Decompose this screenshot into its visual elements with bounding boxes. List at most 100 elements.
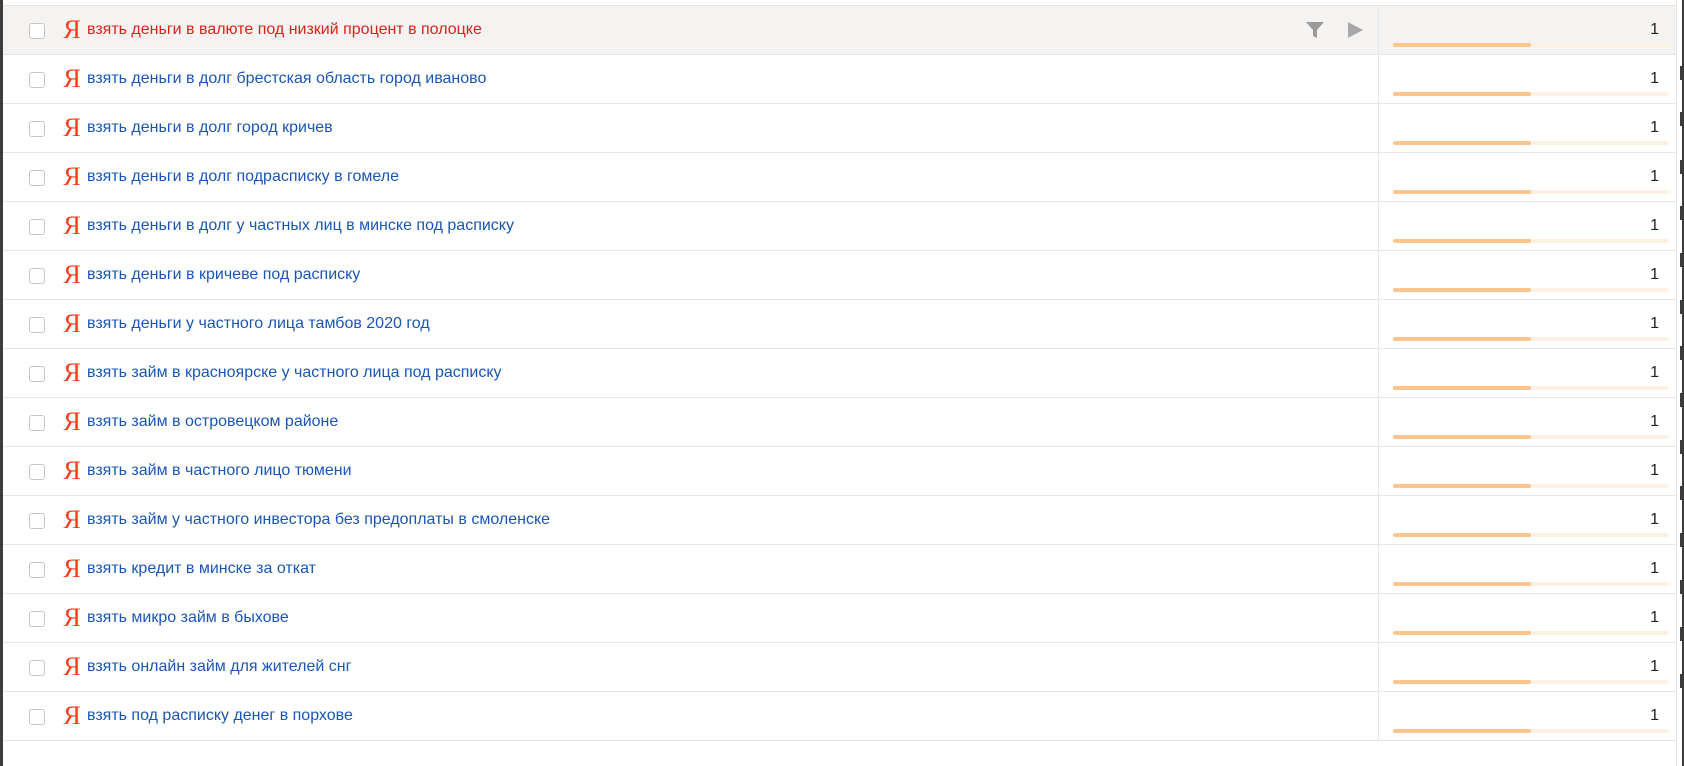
yandex-icon[interactable]: Я xyxy=(63,163,81,191)
table-row[interactable]: Явзять займ в частного лицо тюмени 1 xyxy=(3,447,1676,496)
keyword-phrase-link[interactable]: взять под расписку денег в порхове xyxy=(87,706,353,726)
frequency-count: 1 xyxy=(1650,560,1659,577)
row-checkbox[interactable] xyxy=(29,317,45,333)
keyword-phrase-link[interactable]: взять займ у частного инвестора без пред… xyxy=(87,510,550,530)
play-icon[interactable] xyxy=(1345,20,1365,40)
frequency-bar-fill xyxy=(1393,484,1531,488)
keyword-phrase-link[interactable]: взять займ в островецком районе xyxy=(87,412,338,432)
frequency-bar xyxy=(1393,484,1669,488)
keyword-phrase-link[interactable]: взять деньги у частного лица тамбов 2020… xyxy=(87,314,430,334)
keyword-phrase-link[interactable]: взять онлайн займ для жителей снг xyxy=(87,657,351,677)
frequency-bar-fill xyxy=(1393,729,1531,733)
row-checkbox[interactable] xyxy=(29,268,45,284)
frequency-bar xyxy=(1393,337,1669,341)
yandex-icon[interactable]: Я xyxy=(63,359,81,387)
row-checkbox[interactable] xyxy=(29,219,45,235)
filter-icon[interactable] xyxy=(1305,20,1325,40)
frequency-bar-fill xyxy=(1393,533,1531,537)
frequency-bar xyxy=(1393,190,1669,194)
row-checkbox[interactable] xyxy=(29,660,45,676)
yandex-icon[interactable]: Я xyxy=(63,555,81,583)
column-divider xyxy=(1378,349,1379,397)
row-checkbox[interactable] xyxy=(29,464,45,480)
yandex-icon[interactable]: Я xyxy=(63,261,81,289)
yandex-icon[interactable]: Я xyxy=(63,310,81,338)
table-row[interactable]: Явзять деньги в долг у частных лиц в мин… xyxy=(3,202,1676,251)
keyword-phrase-link[interactable]: взять деньги в долг брестская область го… xyxy=(87,69,486,89)
frequency-bar xyxy=(1393,631,1669,635)
table-row[interactable]: Явзять займ у частного инвестора без пре… xyxy=(3,496,1676,545)
frequency-bar xyxy=(1393,582,1669,586)
row-checkbox[interactable] xyxy=(29,72,45,88)
yandex-icon[interactable]: Я xyxy=(63,65,81,93)
keyword-phrase-link[interactable]: взять деньги в долг город кричев xyxy=(87,118,333,138)
keyword-phrase-link[interactable]: взять займ в частного лицо тюмени xyxy=(87,461,352,481)
frequency-bar-fill xyxy=(1393,141,1531,145)
frequency-bar-fill xyxy=(1393,631,1531,635)
frequency-count: 1 xyxy=(1650,168,1659,185)
table-row[interactable]: Явзять деньги у частного лица тамбов 202… xyxy=(3,300,1676,349)
frequency-bar xyxy=(1393,386,1669,390)
table-row[interactable]: Явзять займ в островецком районе 1 xyxy=(3,398,1676,447)
table-row[interactable]: Явзять деньги в долг брестская область г… xyxy=(3,55,1676,104)
row-checkbox[interactable] xyxy=(29,170,45,186)
yandex-icon[interactable]: Я xyxy=(63,408,81,436)
table-row[interactable]: Явзять онлайн займ для жителей снг 1 xyxy=(3,643,1676,692)
keyword-phrase-link[interactable]: взять займ в красноярске у частного лица… xyxy=(87,363,502,383)
row-checkbox[interactable] xyxy=(29,23,45,39)
frequency-bar xyxy=(1393,680,1669,684)
keyword-phrase-link[interactable]: взять деньги в долг подрасписку в гомеле xyxy=(87,167,399,187)
table-row[interactable]: Явзять микро займ в быхове 1 xyxy=(3,594,1676,643)
column-divider xyxy=(1378,398,1379,446)
frequency-count: 1 xyxy=(1650,658,1659,675)
column-divider xyxy=(1378,251,1379,299)
table-row[interactable]: Явзять кредит в минске за откат 1 xyxy=(3,545,1676,594)
column-divider xyxy=(1378,594,1379,642)
table-row[interactable]: Явзять займ в красноярске у частного лиц… xyxy=(3,349,1676,398)
yandex-icon[interactable]: Я xyxy=(63,212,81,240)
frequency-count: 1 xyxy=(1650,21,1659,38)
column-divider xyxy=(1378,6,1379,54)
column-divider xyxy=(1378,447,1379,495)
keyword-phrase-link[interactable]: взять микро займ в быхове xyxy=(87,608,289,628)
frequency-bar-fill xyxy=(1393,92,1531,96)
frequency-bar xyxy=(1393,141,1669,145)
frequency-count: 1 xyxy=(1650,609,1659,626)
column-divider xyxy=(1378,545,1379,593)
yandex-icon[interactable]: Я xyxy=(63,114,81,142)
column-divider xyxy=(1378,55,1379,103)
table-row[interactable]: Явзять деньги в валюте под низкий процен… xyxy=(3,6,1676,55)
table-row[interactable]: Явзять деньги в долг подрасписку в гомел… xyxy=(3,153,1676,202)
keyword-phrase-link[interactable]: взять деньги в валюте под низкий процент… xyxy=(87,20,482,40)
frequency-bar-fill xyxy=(1393,582,1531,586)
row-checkbox[interactable] xyxy=(29,415,45,431)
frequency-count: 1 xyxy=(1650,119,1659,136)
column-divider xyxy=(1378,496,1379,544)
table-row[interactable]: Явзять деньги в долг город кричев 1 xyxy=(3,104,1676,153)
table-row[interactable]: Явзять под расписку денег в порхове 1 xyxy=(3,692,1676,741)
yandex-icon[interactable]: Я xyxy=(63,604,81,632)
frequency-bar xyxy=(1393,288,1669,292)
yandex-icon[interactable]: Я xyxy=(63,457,81,485)
yandex-icon[interactable]: Я xyxy=(63,16,81,44)
keyword-table: Явзять деньги в валюте под низкий процен… xyxy=(3,6,1676,741)
row-checkbox[interactable] xyxy=(29,366,45,382)
row-checkbox[interactable] xyxy=(29,121,45,137)
frequency-bar-fill xyxy=(1393,337,1531,341)
row-checkbox[interactable] xyxy=(29,513,45,529)
table-row[interactable]: Явзять деньги в кричеве под расписку 1 xyxy=(3,251,1676,300)
keyword-phrase-link[interactable]: взять деньги в кричеве под расписку xyxy=(87,265,360,285)
frequency-count: 1 xyxy=(1650,266,1659,283)
row-checkbox[interactable] xyxy=(29,709,45,725)
yandex-icon[interactable]: Я xyxy=(63,506,81,534)
yandex-icon[interactable]: Я xyxy=(63,653,81,681)
frequency-bar-fill xyxy=(1393,43,1531,47)
frequency-bar xyxy=(1393,92,1669,96)
yandex-icon[interactable]: Я xyxy=(63,702,81,730)
row-checkbox[interactable] xyxy=(29,611,45,627)
column-divider xyxy=(1378,104,1379,152)
frequency-bar xyxy=(1393,435,1669,439)
keyword-phrase-link[interactable]: взять деньги в долг у частных лиц в минс… xyxy=(87,216,514,236)
row-checkbox[interactable] xyxy=(29,562,45,578)
keyword-phrase-link[interactable]: взять кредит в минске за откат xyxy=(87,559,316,579)
